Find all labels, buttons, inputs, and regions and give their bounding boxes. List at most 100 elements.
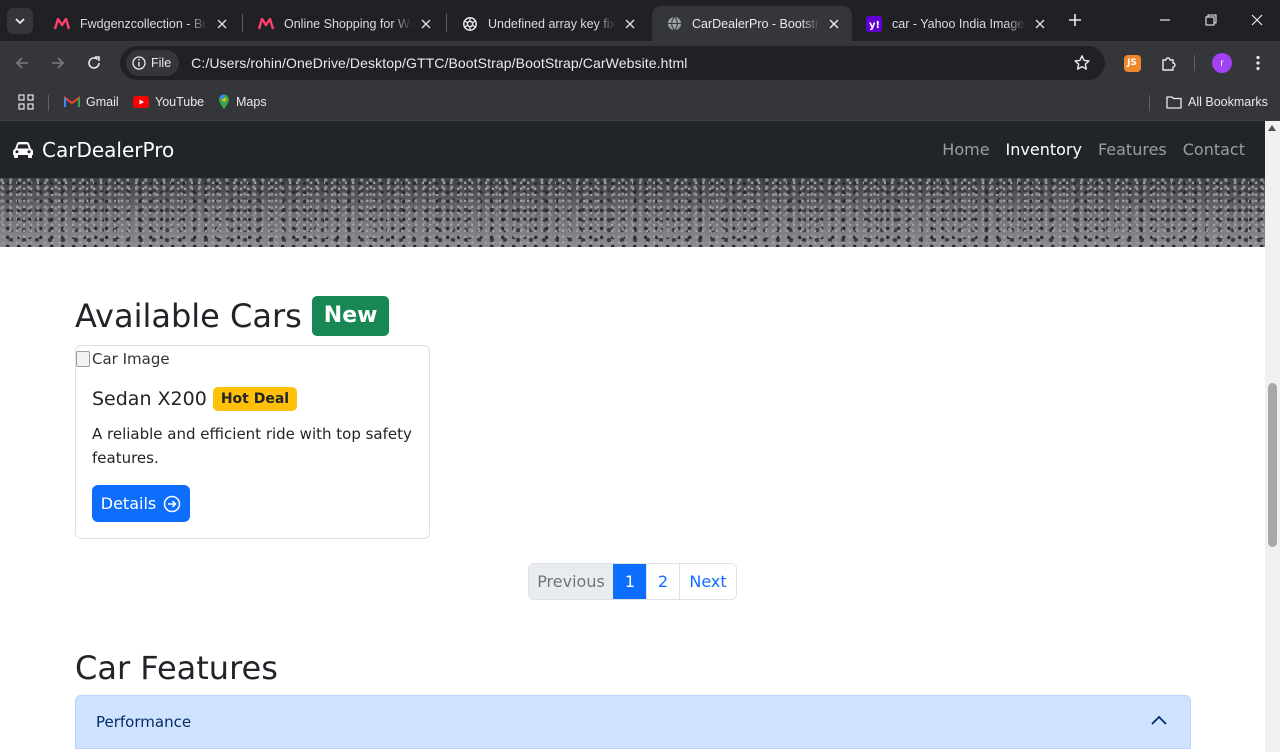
nav-link-home[interactable]: Home bbox=[942, 140, 989, 159]
reload-button[interactable] bbox=[82, 51, 106, 75]
arrow-left-icon bbox=[15, 57, 28, 69]
bookmark-label: YouTube bbox=[155, 95, 205, 109]
new-badge: New bbox=[311, 296, 390, 336]
js-extension-button[interactable]: JS bbox=[1121, 52, 1143, 74]
info-icon bbox=[132, 56, 146, 70]
avatar: r bbox=[1212, 53, 1232, 73]
folder-icon bbox=[1166, 95, 1182, 109]
browser-tab-2[interactable]: Online Shopping for Wor bbox=[244, 6, 444, 41]
car-card-title: Sedan X200 Hot Deal bbox=[92, 387, 298, 411]
hot-deal-badge: Hot Deal bbox=[212, 387, 298, 411]
more-vertical-icon bbox=[1256, 55, 1260, 71]
minimize-button[interactable] bbox=[1142, 0, 1188, 40]
svg-text:y!: y! bbox=[869, 20, 880, 31]
close-tab-icon[interactable] bbox=[1032, 16, 1048, 32]
bookmark-gmail[interactable]: Gmail bbox=[64, 92, 119, 112]
nav-link-features[interactable]: Features bbox=[1098, 140, 1167, 159]
gmail-icon bbox=[64, 96, 80, 108]
site-info-chip[interactable]: File bbox=[126, 50, 180, 76]
car-image-alt-text: Car Image bbox=[92, 350, 170, 368]
close-tab-icon[interactable] bbox=[622, 16, 638, 32]
address-bar[interactable]: File C:/Users/rohin/OneDrive/Desktop/GTT… bbox=[120, 46, 1105, 80]
tab-separator bbox=[242, 14, 243, 32]
myntra-logo-icon bbox=[54, 16, 70, 32]
js-extension-icon: JS bbox=[1123, 54, 1141, 72]
close-icon bbox=[1251, 14, 1263, 26]
bookmark-star-icon[interactable] bbox=[1073, 54, 1091, 72]
reload-icon bbox=[88, 56, 100, 69]
accordion-label: Performance bbox=[96, 713, 192, 731]
close-tab-icon[interactable] bbox=[826, 16, 842, 32]
browser-tab-1[interactable]: Fwdgenzcollection - Buy bbox=[40, 6, 240, 41]
tab-title: CarDealerPro - Bootstrap bbox=[692, 16, 820, 31]
pagination-previous[interactable]: Previous bbox=[529, 564, 613, 599]
toolbar-divider bbox=[1194, 55, 1195, 71]
inventory-section-title: Available Cars New bbox=[75, 296, 390, 336]
arrow-right-circle-icon bbox=[163, 495, 181, 513]
puzzle-icon bbox=[1162, 57, 1176, 71]
broken-image-icon bbox=[76, 351, 90, 367]
extensions-button[interactable] bbox=[1158, 52, 1180, 74]
car-name: Sedan X200 bbox=[92, 388, 207, 410]
forward-button[interactable] bbox=[46, 51, 70, 75]
browser-tab-5[interactable]: y! car - Yahoo India Image S bbox=[852, 6, 1058, 41]
nav-link-inventory[interactable]: Inventory bbox=[1006, 140, 1082, 159]
youtube-icon bbox=[133, 96, 149, 108]
back-button[interactable] bbox=[10, 51, 34, 75]
pagination-page-2[interactable]: 2 bbox=[646, 564, 679, 599]
pagination-page-1[interactable]: 1 bbox=[613, 564, 646, 599]
profile-button[interactable]: r bbox=[1211, 52, 1233, 74]
tab-strip: Fwdgenzcollection - Buy Online Shopping … bbox=[0, 0, 1280, 41]
arrow-right-icon bbox=[52, 57, 65, 69]
nav-links: Home Inventory Features Contact bbox=[926, 121, 1245, 178]
browser-tab-4-active[interactable]: CarDealerPro - Bootstrap bbox=[652, 6, 852, 41]
bookmark-maps[interactable]: Maps bbox=[218, 92, 267, 112]
car-card-description: A reliable and efficient ride with top s… bbox=[92, 425, 412, 467]
bookmark-youtube[interactable]: YouTube bbox=[133, 92, 204, 112]
car-icon bbox=[12, 141, 34, 159]
close-tab-icon[interactable] bbox=[214, 16, 230, 32]
myntra-logo-icon bbox=[258, 16, 274, 32]
close-window-button[interactable] bbox=[1234, 0, 1280, 40]
openai-logo-icon bbox=[462, 16, 478, 32]
scroll-up-arrow-icon[interactable] bbox=[1268, 125, 1276, 131]
browser-tab-3[interactable]: Undefined array key fix bbox=[448, 6, 648, 41]
maps-pin-icon bbox=[218, 94, 230, 110]
globe-icon bbox=[666, 16, 682, 32]
new-tab-button[interactable] bbox=[1064, 9, 1086, 31]
apps-grid-icon bbox=[18, 94, 34, 110]
hero-image bbox=[0, 178, 1265, 247]
page-scrollbar[interactable] bbox=[1265, 121, 1280, 752]
details-button-label: Details bbox=[100, 494, 157, 513]
bookmarks-divider bbox=[48, 95, 49, 111]
all-bookmarks-button[interactable]: All Bookmarks bbox=[1166, 92, 1268, 112]
apps-button[interactable] bbox=[18, 92, 34, 112]
bookmarks-bar: Gmail YouTube Maps All Bookmarks bbox=[0, 85, 1280, 121]
site-chip-label: File bbox=[151, 56, 172, 70]
car-card: Car Image Sedan X200 Hot Deal A reliable… bbox=[75, 345, 430, 539]
site-navbar: CarDealerPro Home Inventory Features Con… bbox=[0, 121, 1265, 178]
tab-search-button[interactable] bbox=[7, 8, 33, 34]
tab-title: Fwdgenzcollection - Buy bbox=[80, 16, 208, 31]
pagination: Previous 1 2 Next bbox=[528, 563, 737, 600]
brand-link[interactable]: CarDealerPro bbox=[12, 138, 174, 162]
all-bookmarks-label: All Bookmarks bbox=[1188, 95, 1268, 109]
tab-title: Online Shopping for Wor bbox=[284, 16, 412, 31]
nav-link-contact[interactable]: Contact bbox=[1183, 140, 1245, 159]
features-section-title: Car Features bbox=[75, 649, 278, 687]
details-button[interactable]: Details bbox=[92, 485, 190, 522]
browser-menu-button[interactable] bbox=[1247, 52, 1269, 74]
pagination-next[interactable]: Next bbox=[679, 564, 736, 599]
bookmark-label: Gmail bbox=[86, 95, 119, 109]
restore-icon bbox=[1205, 14, 1217, 26]
scrollbar-thumb[interactable] bbox=[1268, 383, 1277, 547]
accordion-item-performance[interactable]: Performance bbox=[75, 695, 1191, 749]
restore-button[interactable] bbox=[1188, 0, 1234, 40]
yahoo-logo-icon: y! bbox=[866, 15, 882, 32]
plus-icon bbox=[1069, 14, 1081, 26]
car-image-broken: Car Image bbox=[76, 350, 170, 368]
chevron-up-icon bbox=[1150, 714, 1168, 726]
url-text[interactable]: C:/Users/rohin/OneDrive/Desktop/GTTC/Boo… bbox=[191, 55, 687, 71]
close-tab-icon[interactable] bbox=[418, 16, 434, 32]
tab-title: car - Yahoo India Image S bbox=[892, 16, 1026, 31]
